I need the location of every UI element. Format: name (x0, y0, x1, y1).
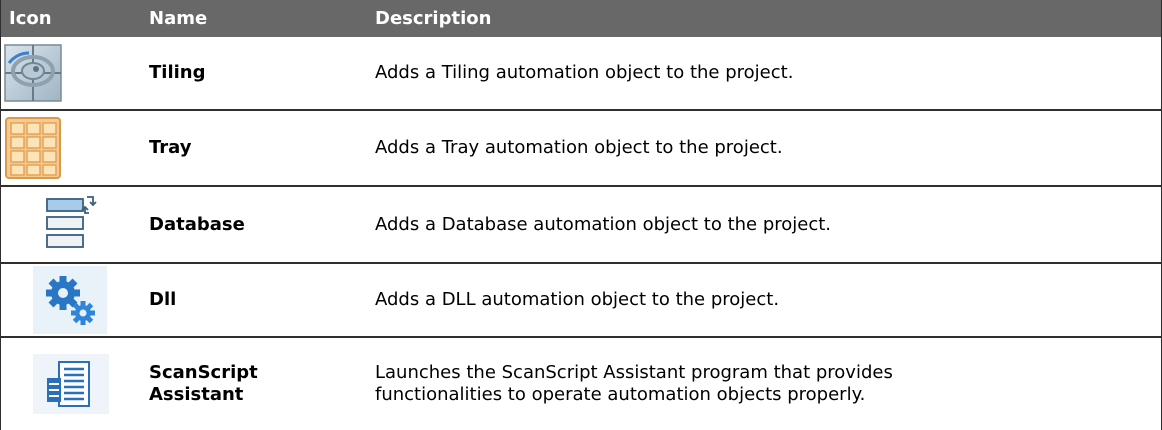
table-row-scanscript-description: Launches the ScanScript Assistant progra… (375, 338, 1161, 430)
database-icon (46, 195, 97, 248)
column-header-icon: Icon (1, 0, 137, 37)
dll-gears-icon (33, 266, 107, 334)
table-row-tiling-name: Tiling (137, 37, 375, 111)
scanscript-name-line-1: ScanScript (149, 362, 258, 383)
scanscript-name-line-2: Assistant (149, 384, 244, 405)
scanscript-description-line-1: Launches the ScanScript Assistant progra… (375, 362, 893, 383)
table-row-tray-icon-cell (1, 111, 137, 187)
table-row-scanscript-icon-cell (1, 338, 137, 430)
toolbox-objects-table: Icon Name Description Tiling Adds a Tili… (0, 0, 1162, 430)
table-row-dll-icon-cell (1, 264, 137, 338)
column-header-description: Description (375, 0, 1161, 37)
scanscript-assistant-icon (33, 354, 109, 414)
table-row-dll-name: Dll (137, 264, 375, 338)
column-header-name: Name (137, 0, 375, 37)
table-row-database-icon-cell (1, 187, 137, 264)
table-row-dll-description: Adds a DLL automation object to the proj… (375, 264, 1161, 338)
table-row-scanscript-name: ScanScript Assistant (137, 338, 375, 430)
table-row-tiling-description: Adds a Tiling automation object to the p… (375, 37, 1161, 111)
tiling-icon (4, 44, 62, 102)
scanscript-description-line-2: functionalities to operate automation ob… (375, 384, 866, 405)
tray-icon (5, 117, 61, 179)
table-row-database-description: Adds a Database automation object to the… (375, 187, 1161, 264)
table-row-tray-description: Adds a Tray automation object to the pro… (375, 111, 1161, 187)
table-row-tiling-icon-cell (1, 37, 137, 111)
table-row-tray-name: Tray (137, 111, 375, 187)
table-row-database-name: Database (137, 187, 375, 264)
